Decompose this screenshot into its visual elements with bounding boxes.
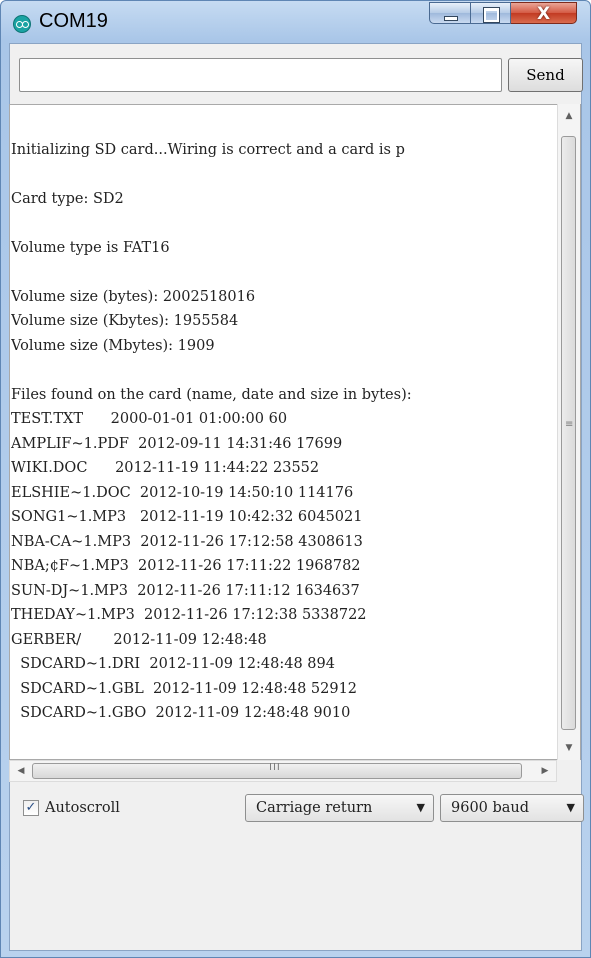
maximize-icon — [483, 7, 500, 23]
serial-line: Files found on the card (name, date and … — [11, 386, 412, 403]
serial-line: NBA-CA~1.MP3 2012-11-26 17:12:58 4308613 — [11, 533, 363, 550]
serial-line: GERBER/ 2012-11-09 12:48:48 — [11, 631, 267, 648]
chevron-down-icon: ▼ — [416, 801, 425, 814]
serial-line: NBA;¢F~1.MP3 2012-11-26 17:11:22 1968782 — [11, 558, 361, 574]
title-bar[interactable]: COM19 X — [1, 1, 590, 43]
minimize-button[interactable] — [429, 2, 471, 24]
footer-bar: ✓ Autoscroll Carriage return ▼ 9600 baud… — [9, 786, 584, 936]
line-ending-value: Carriage return — [256, 800, 373, 816]
chevron-down-icon: ▼ — [566, 801, 575, 814]
horizontal-scroll-thumb[interactable]: III — [32, 762, 522, 779]
send-button[interactable]: Send — [508, 58, 583, 92]
scroll-right-arrow-icon[interactable]: ▶ — [536, 761, 554, 781]
serial-line: Volume size (Kbytes): 1955584 — [11, 313, 239, 329]
serial-line — [11, 162, 559, 187]
autoscroll-label: Autoscroll — [45, 800, 120, 816]
autoscroll-toggle[interactable]: ✓ Autoscroll — [23, 796, 120, 820]
line-ending-select[interactable]: Carriage return ▼ — [245, 794, 434, 822]
scroll-up-arrow-icon[interactable]: ▲ — [558, 106, 580, 126]
minimize-icon — [444, 16, 458, 21]
serial-line — [11, 113, 559, 138]
serial-line: SDCARD~1.GBO 2012-11-09 12:48:48 9010 — [11, 705, 351, 721]
baud-rate-value: 9600 baud — [451, 800, 530, 816]
scroll-left-arrow-icon[interactable]: ◀ — [12, 761, 30, 781]
grip-icon: III — [269, 762, 281, 773]
serial-output-area[interactable]: Initializing SD card...Wiring is correct… — [9, 104, 581, 760]
vertical-scroll-thumb[interactable]: ≡ — [561, 136, 576, 730]
serial-line — [11, 211, 559, 236]
serial-line: SDCARD~1.GBL 2012-11-09 12:48:48 52912 — [11, 680, 358, 697]
serial-line: Card type: SD2 — [11, 190, 124, 207]
serial-line: ELSHIE~1.DOC 2012-10-19 14:50:10 114176 — [11, 484, 354, 501]
baud-rate-select[interactable]: 9600 baud ▼ — [440, 794, 584, 822]
send-text-input[interactable] — [19, 58, 502, 92]
window-controls: X — [429, 2, 577, 26]
arduino-icon — [13, 15, 31, 33]
serial-line: Volume size (Mbytes): 1909 — [11, 337, 215, 354]
serial-line — [11, 260, 559, 285]
grip-icon: ≡ — [565, 419, 574, 430]
serial-line: SUN-DJ~1.MP3 2012-11-26 17:11:12 1634637 — [11, 582, 360, 599]
vertical-scrollbar[interactable]: ▲ ≡ ▼ — [557, 104, 580, 760]
serial-line: Volume size (bytes): 2002518016 — [11, 288, 256, 305]
serial-line — [11, 358, 559, 383]
serial-line: AMPLIF~1.PDF 2012-09-11 14:31:46 17699 — [11, 435, 343, 452]
serial-output-lines: Initializing SD card...Wiring is correct… — [11, 113, 559, 726]
serial-line: WIKI.DOC 2012-11-19 11:44:22 23552 — [11, 460, 320, 476]
serial-line: SONG1~1.MP3 2012-11-19 10:42:32 6045021 — [11, 509, 363, 525]
serial-line: SDCARD~1.DRI 2012-11-09 12:48:48 894 — [11, 656, 335, 672]
close-icon: X — [536, 4, 551, 24]
serial-line: TEST.TXT 2000-01-01 01:00:00 60 — [11, 411, 288, 427]
scroll-down-arrow-icon[interactable]: ▼ — [558, 738, 580, 758]
serial-line: Initializing SD card...Wiring is correct… — [11, 141, 405, 158]
window-title: COM19 — [39, 10, 108, 32]
maximize-button[interactable] — [471, 2, 511, 24]
horizontal-scrollbar[interactable]: ◀ III ▶ — [9, 760, 557, 782]
serial-line: Volume type is FAT16 — [11, 239, 170, 256]
autoscroll-checkbox[interactable]: ✓ — [23, 800, 39, 816]
close-button[interactable]: X — [511, 2, 577, 24]
serial-line: THEDAY~1.MP3 2012-11-26 17:12:38 5338722 — [11, 607, 367, 623]
